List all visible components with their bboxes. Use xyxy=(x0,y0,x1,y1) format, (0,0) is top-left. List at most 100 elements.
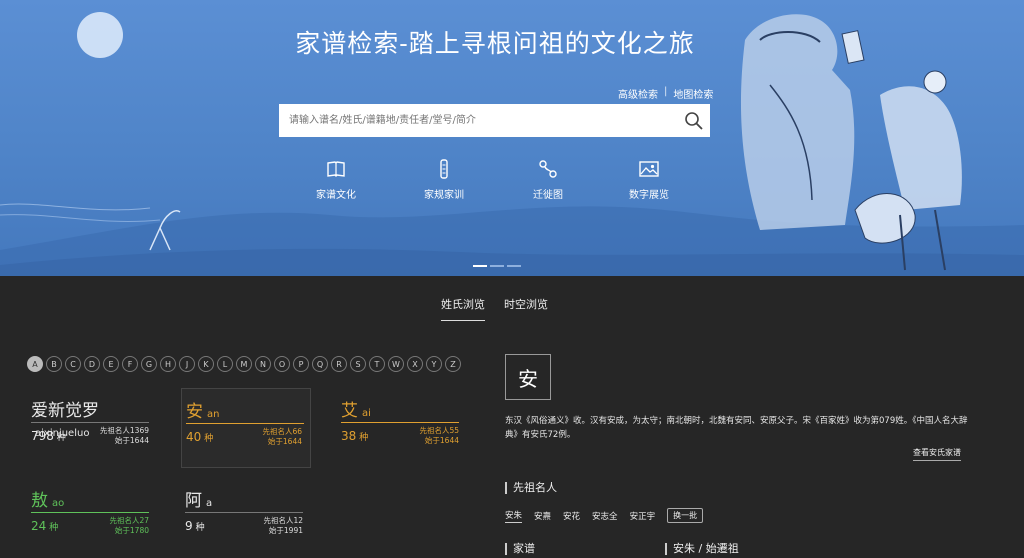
surname-pinyin: ao xyxy=(52,498,65,509)
map-search-link[interactable]: 地图检索 xyxy=(673,86,713,101)
letter-filter-r[interactable]: R xyxy=(331,356,347,372)
tab-surname-browse[interactable]: 姓氏浏览 xyxy=(441,296,485,321)
link-separator: | xyxy=(664,86,668,97)
since-year: 始于1644 xyxy=(267,437,302,446)
count-unit: 种 xyxy=(195,523,205,533)
quick-link-label: 数字展览 xyxy=(629,190,669,201)
surname-card[interactable]: 安 an 40 种 先祖名人66 始于1644 xyxy=(181,388,311,468)
letter-filter-g[interactable]: G xyxy=(141,356,157,372)
refresh-batch-button[interactable]: 换一批 xyxy=(667,508,704,523)
view-genealogy-link[interactable]: 查看安氏家谱 xyxy=(913,447,961,461)
surname-description: 东汉《风俗通义》收。汉有安成，为太守；南北朝时，北魏有安同、安原父子。宋《百家姓… xyxy=(505,416,968,440)
card-divider xyxy=(186,423,304,424)
search-links: 高级检索 | 地图检索 xyxy=(618,86,713,101)
genealogy-count: 24 xyxy=(31,519,47,533)
genealogy-right-title: 安朱 / 始遷祖 xyxy=(665,543,739,555)
count-unit: 种 xyxy=(359,433,369,443)
carousel-indicators xyxy=(473,265,521,267)
ancestor-count: 先祖名人27 xyxy=(109,516,149,525)
count-unit: 种 xyxy=(56,433,66,443)
letter-filter-k[interactable]: K xyxy=(198,356,214,372)
ancestor-link[interactable]: 安燾 xyxy=(534,510,551,522)
letter-filter-n[interactable]: N xyxy=(255,356,271,372)
ancestor-link[interactable]: 安朱 xyxy=(505,509,523,523)
since-year: 始于1991 xyxy=(268,526,303,535)
surname-name: 安 xyxy=(186,402,203,422)
surname-pinyin: an xyxy=(207,409,220,420)
letter-filter-d[interactable]: D xyxy=(84,356,100,372)
tab-spacetime-browse[interactable]: 时空浏览 xyxy=(504,296,548,312)
surname-pinyin: ai xyxy=(362,408,371,419)
letter-filter-z[interactable]: Z xyxy=(445,356,461,372)
image-icon xyxy=(639,161,659,177)
search-icon[interactable] xyxy=(684,111,704,131)
letter-filter-l[interactable]: L xyxy=(217,356,233,372)
surname-card[interactable]: 敖 ao 24 种 先祖名人27 始于1780 xyxy=(27,478,157,558)
browse-tabs: 姓氏浏览 时空浏览 xyxy=(0,296,1024,322)
ancestor-list: 安朱 安燾 安花 安志全 安正宇 换一批 xyxy=(505,508,704,523)
ancestors-section-title: 先祖名人 xyxy=(505,482,557,494)
ancestor-count: 先祖名人12 xyxy=(263,516,303,525)
letter-filter-f[interactable]: F xyxy=(122,356,138,372)
genealogy-section-title: 家谱 xyxy=(505,543,535,555)
page-title: 家谱检索-踏上寻根问祖的文化之旅 xyxy=(295,29,695,58)
surname-name: 艾 xyxy=(341,401,358,421)
letter-filter-o[interactable]: O xyxy=(274,356,290,372)
letter-filter-s[interactable]: S xyxy=(350,356,366,372)
card-divider xyxy=(185,512,303,513)
surname-card[interactable]: 爱新觉罗aixinjueluo 798 种 先祖名人1369 始于1644 xyxy=(27,388,157,468)
letter-filter-c[interactable]: C xyxy=(65,356,81,372)
selected-surname-char: 安 xyxy=(505,354,551,400)
since-year: 始于1644 xyxy=(114,436,149,445)
ancestor-count: 先祖名人1369 xyxy=(99,426,149,435)
genealogy-count: 38 xyxy=(341,429,357,443)
quick-link-label: 家规家训 xyxy=(424,190,464,201)
ancestor-link[interactable]: 安花 xyxy=(563,510,580,522)
letter-filter-y[interactable]: Y xyxy=(426,356,442,372)
letter-filter-h[interactable]: H xyxy=(160,356,176,372)
letter-filter-p[interactable]: P xyxy=(293,356,309,372)
advanced-search-link[interactable]: 高级检索 xyxy=(618,86,658,101)
search-input[interactable] xyxy=(279,104,669,137)
surname-pinyin: a xyxy=(206,498,213,509)
quick-link-family-rules[interactable]: 家规家训 xyxy=(424,158,464,201)
quick-link-label: 迁徙图 xyxy=(533,190,563,201)
letter-filter-q[interactable]: Q xyxy=(312,356,328,372)
quick-link-exhibition[interactable]: 数字展览 xyxy=(629,158,669,201)
alphabet-filter: ABCDEFGHJKLMNOPQRSTWXYZ xyxy=(27,356,461,372)
count-unit: 种 xyxy=(49,523,59,533)
genealogy-count: 9 xyxy=(185,519,193,533)
card-divider xyxy=(31,422,149,423)
letter-filter-x[interactable]: X xyxy=(407,356,423,372)
hero-banner: 家谱检索-踏上寻根问祖的文化之旅 高级检索 | 地图检索 家谱文化 家规家训 xyxy=(0,0,1024,276)
route-icon xyxy=(539,160,557,178)
scroll-icon xyxy=(440,159,448,179)
surname-card[interactable]: 阿a 9种 先祖名人12 始于1991 xyxy=(181,478,311,558)
carousel-dot[interactable] xyxy=(490,265,504,267)
surname-card[interactable]: 艾 ai 38 种 先祖名人55 始于1644 xyxy=(337,388,467,468)
letter-filter-b[interactable]: B xyxy=(46,356,62,372)
letter-filter-w[interactable]: W xyxy=(388,356,404,372)
ancestor-link[interactable]: 安志全 xyxy=(592,510,618,522)
carousel-dot[interactable] xyxy=(473,265,487,267)
since-year: 始于1780 xyxy=(114,526,149,535)
letter-filter-e[interactable]: E xyxy=(103,356,119,372)
search-box xyxy=(279,104,710,137)
quick-link-label: 家谱文化 xyxy=(316,190,356,201)
letter-filter-t[interactable]: T xyxy=(369,356,385,372)
genealogy-count: 40 xyxy=(186,430,202,444)
surname-name: 爱新觉罗 xyxy=(31,401,99,421)
letter-filter-a[interactable]: A xyxy=(27,356,43,372)
ancestor-count: 先祖名人66 xyxy=(262,427,302,436)
count-unit: 种 xyxy=(204,434,214,444)
card-divider xyxy=(31,512,149,513)
letter-filter-j[interactable]: J xyxy=(179,356,195,372)
carousel-dot[interactable] xyxy=(507,265,521,267)
ancestor-count: 先祖名人55 xyxy=(419,426,459,435)
quick-link-culture[interactable]: 家谱文化 xyxy=(316,158,356,201)
letter-filter-m[interactable]: M xyxy=(236,356,252,372)
book-icon xyxy=(327,161,345,177)
ancestor-link[interactable]: 安正宇 xyxy=(630,510,656,522)
genealogy-count: 798 xyxy=(31,429,54,443)
quick-link-migration[interactable]: 迁徙图 xyxy=(533,158,563,201)
